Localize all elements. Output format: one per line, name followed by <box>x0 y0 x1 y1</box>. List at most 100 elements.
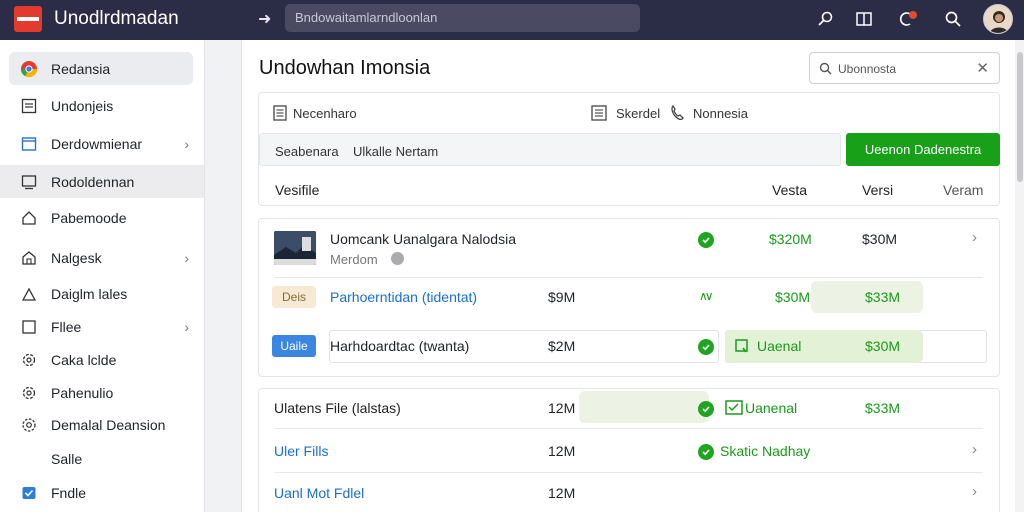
chevron-right-icon: › <box>184 318 189 335</box>
phone-icon <box>671 104 684 121</box>
sidebar-item-label: Fllee <box>51 318 82 335</box>
sidebar-item-0[interactable]: Redansia <box>9 52 193 85</box>
check-icon <box>698 444 714 460</box>
book-icon[interactable] <box>851 6 877 32</box>
checkbox-icon <box>20 484 38 502</box>
toolbar-row: Necenharo Skerdel Nonnesia <box>259 93 999 133</box>
sidebar: Redansia Undonjeis Derdowmienar › Rodold… <box>0 40 205 512</box>
pen-icon[interactable] <box>812 6 838 32</box>
sidebar-item-label: Salle <box>51 450 83 467</box>
square-icon <box>20 318 38 336</box>
sidebar-item-label: Pahenulio <box>51 384 114 401</box>
page-title: Undowhan Imonsia <box>259 57 431 79</box>
home-icon <box>20 209 38 227</box>
file-owner: Merdom <box>330 252 378 267</box>
scroll-thumb[interactable] <box>1017 52 1023 182</box>
search-placeholder: Bndowaitamlarndloonlan <box>295 10 438 25</box>
expand-icon[interactable]: ∧∨ <box>699 289 713 303</box>
sidebar-item-10[interactable]: Demalal Deansion <box>9 408 193 441</box>
file-name[interactable]: Ulatens File (lalstas) <box>274 400 401 416</box>
notification-dot <box>909 11 917 19</box>
status-badge: Deis <box>272 286 316 308</box>
primary-action-button[interactable]: Ueenon Dadenestra <box>846 133 1000 166</box>
sidebar-item-1[interactable]: Undonjeis <box>9 89 193 122</box>
chrome-icon <box>20 60 38 78</box>
file-name[interactable]: Uomcank Uanalgara Nalodsia <box>330 231 516 247</box>
check-icon <box>698 232 714 248</box>
status-label: Uaenal <box>757 338 802 354</box>
sidebar-item-7[interactable]: Fllee › <box>9 310 193 343</box>
info-icon <box>391 252 404 265</box>
row-divider <box>275 472 983 473</box>
file-name-text: Ulatens File (lalstas) <box>274 400 401 416</box>
status-label: Uanenal <box>745 400 798 416</box>
file-size: $2M <box>548 338 576 354</box>
user-avatar[interactable] <box>983 4 1013 34</box>
toolbar-subrow: Seabenara Ulkalle Nertam <box>259 133 841 166</box>
check-icon <box>698 339 714 355</box>
cog-icon <box>20 416 38 434</box>
sidebar-item-2[interactable]: Derdowmienar › <box>9 127 193 160</box>
column-header[interactable]: Vesifile <box>275 182 319 198</box>
file-value: $30M <box>862 231 898 247</box>
chevron-right-icon: › <box>184 135 189 152</box>
search-input[interactable]: Bndowaitamlarndloonlan <box>285 4 640 32</box>
file-thumbnail <box>274 231 316 265</box>
window-icon <box>20 135 38 153</box>
file-value: $30M <box>865 338 901 354</box>
file-group-1: Uomcank Uanalgara Nalodsia Merdom $320M … <box>258 218 1000 377</box>
toolbar-item-1[interactable]: Necenharo <box>293 106 357 121</box>
notifications-icon[interactable] <box>893 6 919 32</box>
file-size: 12M <box>548 443 576 459</box>
close-icon[interactable]: ✕ <box>976 59 989 77</box>
search-icon <box>819 62 832 75</box>
file-name[interactable]: Uler Fills <box>274 443 328 459</box>
sidebar-item-9[interactable]: Pahenulio <box>9 376 193 409</box>
toolbar-sub-2[interactable]: Ulkalle Nertam <box>353 144 438 159</box>
file-name[interactable]: Parhoerntidan (tidentat) <box>330 289 477 305</box>
toolbar-sub-1[interactable]: Seabenara <box>275 144 339 159</box>
status-icon <box>725 400 743 415</box>
chevron-right-icon[interactable]: › <box>972 229 977 246</box>
filter-value: Ubonnosta <box>838 62 897 76</box>
sidebar-item-4[interactable]: Pabemoode <box>9 201 193 234</box>
app-title: Unodlrdmadan <box>54 8 179 29</box>
file-value: $33M <box>865 400 901 416</box>
sidebar-item-11[interactable]: Salle <box>9 442 193 475</box>
gear-icon <box>20 351 38 369</box>
app-logo[interactable] <box>14 6 42 32</box>
column-header[interactable]: Versi <box>862 182 893 198</box>
monitor-icon <box>20 173 38 191</box>
file-name[interactable]: Harhdoardtac (twanta) <box>330 338 469 354</box>
status-label: Skatic Nadhay <box>720 443 811 459</box>
sidebar-item-3[interactable]: Rodoldennan <box>0 165 204 198</box>
chevron-right-icon[interactable]: › <box>972 483 977 500</box>
sidebar-item-label: Undonjeis <box>51 97 114 114</box>
toolbar-item-3[interactable]: Nonnesia <box>693 106 748 121</box>
file-value: $320M <box>769 231 812 247</box>
sidebar-item-label: Derdowmienar <box>51 135 143 152</box>
file-value: $33M <box>865 289 901 305</box>
file-size: 12M <box>548 485 576 501</box>
file-name[interactable]: Uanl Mot Fdlel <box>274 485 364 501</box>
toolbar-item-2[interactable]: Skerdel <box>616 106 660 121</box>
highlight-cell <box>579 391 709 423</box>
file-size: 12M <box>548 400 576 416</box>
search-icon[interactable] <box>940 6 966 32</box>
gear-icon <box>20 384 38 402</box>
column-header[interactable]: Veram <box>943 182 983 198</box>
scrollbar[interactable] <box>1016 40 1024 512</box>
sidebar-item-8[interactable]: Caka lclde <box>9 343 193 376</box>
sidebar-item-label: Demalal Deansion <box>51 416 166 433</box>
status-badge: Uaile <box>272 335 316 357</box>
forward-arrow-icon[interactable]: ➜ <box>258 9 271 29</box>
row-divider <box>275 277 983 278</box>
sidebar-item-5[interactable]: Nalgesk › <box>9 241 193 274</box>
sidebar-item-6[interactable]: Daiglm lales <box>9 277 193 310</box>
sidebar-item-12[interactable]: Fndle <box>9 476 193 509</box>
chevron-right-icon[interactable]: › <box>972 441 977 458</box>
check-icon <box>698 401 714 417</box>
filter-input[interactable]: Ubonnosta ✕ <box>809 52 1000 84</box>
chevron-right-icon: › <box>184 249 189 266</box>
column-header[interactable]: Vesta <box>772 182 807 198</box>
